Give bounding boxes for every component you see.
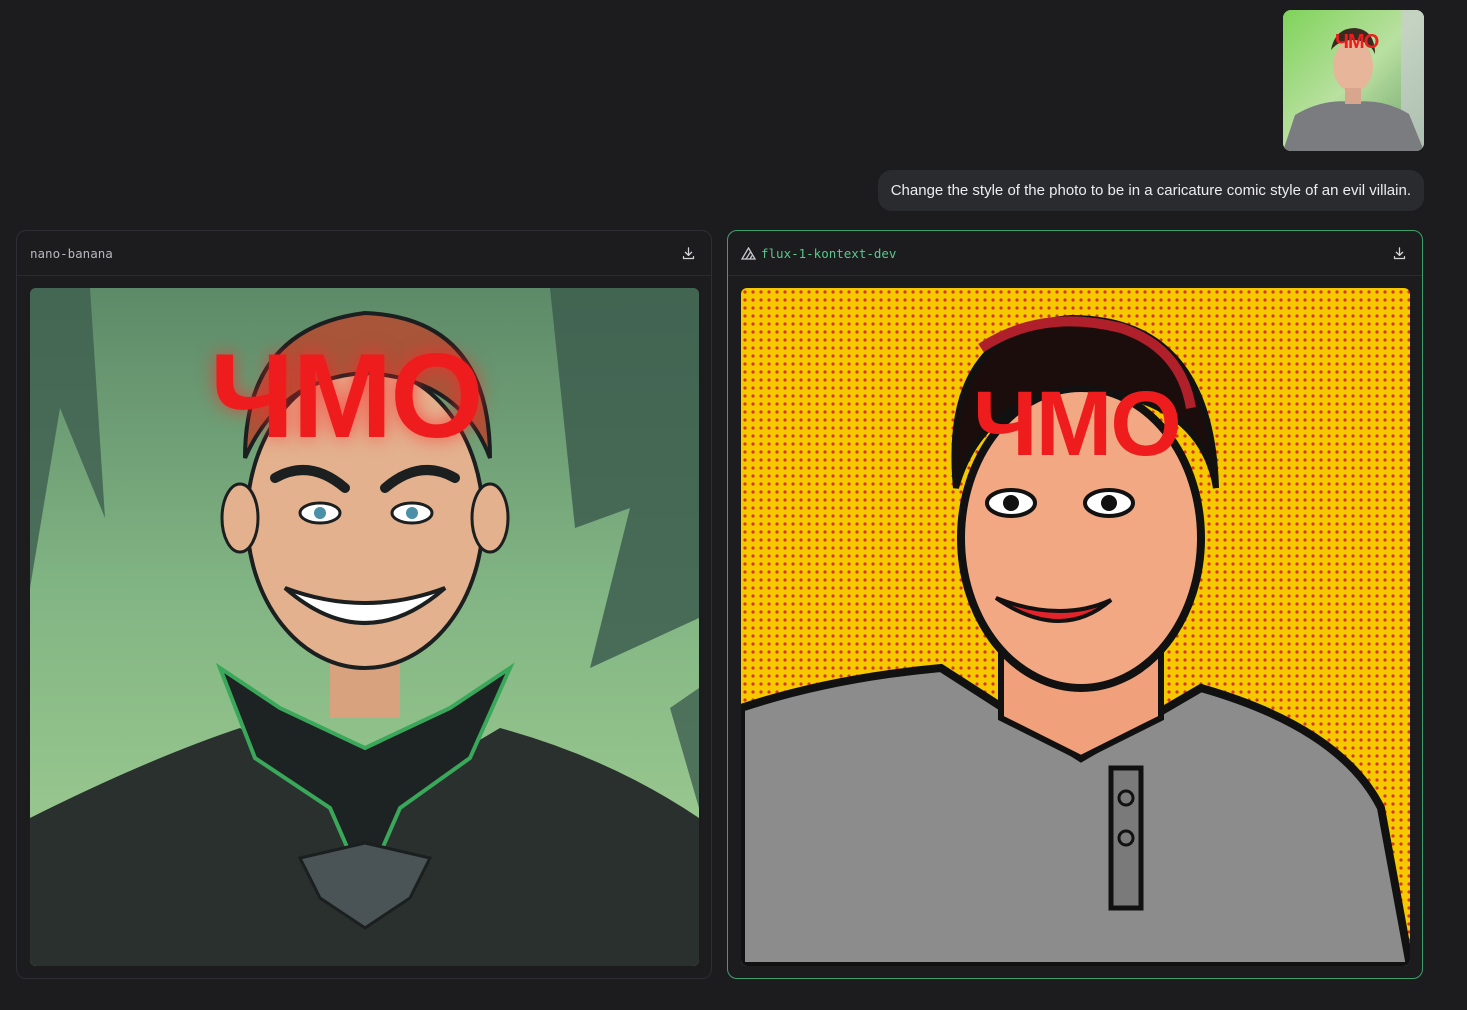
- download-icon: [682, 246, 694, 259]
- model-name-label: flux-1-kontext-dev: [761, 245, 897, 261]
- result-card-nano-banana[interactable]: nano-banana ЧМО: [16, 230, 712, 979]
- attached-photo-thumbnail[interactable]: ЧМО: [1283, 10, 1424, 151]
- model-name-label: nano-banana: [30, 245, 113, 261]
- download-icon: [1393, 246, 1405, 259]
- download-button[interactable]: [1389, 243, 1409, 263]
- result-card-header: nano-banana: [17, 231, 711, 276]
- generated-image-nano-banana[interactable]: ЧМО: [30, 288, 699, 966]
- download-button[interactable]: [678, 243, 698, 263]
- generated-image-flux-1-kontext-dev[interactable]: ЧМО: [741, 288, 1410, 966]
- triangle-logo-icon: [741, 246, 756, 260]
- attachment-watermark: ЧМО: [1335, 31, 1379, 53]
- user-prompt-bubble: Change the style of the photo to be in a…: [877, 170, 1424, 211]
- image-watermark: ЧМО: [210, 329, 484, 463]
- image-watermark: ЧМО: [973, 373, 1182, 475]
- result-card-flux-1-kontext-dev[interactable]: flux-1-kontext-dev ЧМО: [727, 230, 1423, 979]
- result-card-header: flux-1-kontext-dev: [728, 231, 1422, 276]
